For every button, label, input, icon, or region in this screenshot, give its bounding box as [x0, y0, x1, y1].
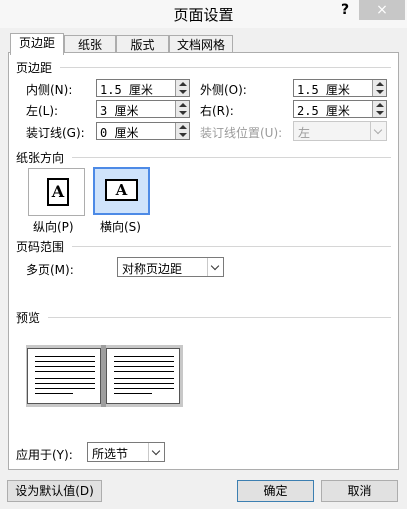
apply-to-value: 所选节: [92, 447, 129, 461]
landscape-option[interactable]: A: [93, 167, 150, 215]
multiple-pages-value: 对称页边距: [122, 262, 183, 276]
help-button[interactable]: ?: [336, 2, 354, 20]
apply-to-select[interactable]: 所选节: [87, 442, 165, 462]
gutter-position-value: 左: [298, 126, 311, 140]
inner-margin-value: 1.5 厘米: [100, 83, 153, 97]
left-margin-spinner[interactable]: 3 厘米: [96, 100, 190, 118]
right-margin-label: 右(R):: [200, 104, 234, 118]
landscape-label: 横向(S): [100, 220, 141, 234]
portrait-label: 纵向(P): [33, 220, 74, 234]
spinner-arrows-icon[interactable]: [372, 80, 386, 96]
chevron-down-icon: [148, 443, 164, 461]
chevron-down-icon: [207, 258, 223, 276]
preview-separator: [48, 317, 391, 318]
pages-section-label: 页码范围: [16, 240, 65, 254]
right-margin-value: 2.5 厘米: [297, 104, 350, 118]
left-margin-label: 左(L):: [26, 104, 59, 118]
portrait-option[interactable]: A: [28, 168, 85, 216]
inner-margin-spinner[interactable]: 1.5 厘米: [96, 79, 190, 97]
gutter-spinner[interactable]: 0 厘米: [96, 122, 190, 140]
ok-button[interactable]: 确定: [237, 480, 314, 502]
pages-separator: [72, 246, 391, 247]
preview-section-label: 预览: [16, 311, 41, 325]
portrait-page-icon: A: [47, 178, 69, 206]
cancel-button[interactable]: 取消: [321, 480, 398, 502]
orientation-separator: [72, 157, 391, 158]
chevron-down-icon: [370, 122, 386, 140]
preview-area: [26, 345, 183, 407]
preview-left-page: [27, 348, 101, 404]
tab-margins[interactable]: 页边距: [10, 33, 64, 55]
outer-margin-label: 外侧(O):: [200, 83, 247, 97]
spinner-arrows-icon[interactable]: [175, 101, 189, 117]
spinner-arrows-icon[interactable]: [372, 101, 386, 117]
margins-separator: [60, 67, 391, 68]
outer-margin-value: 1.5 厘米: [297, 83, 350, 97]
left-margin-value: 3 厘米: [100, 104, 139, 118]
gutter-position-select[interactable]: 左: [293, 121, 387, 141]
right-margin-spinner[interactable]: 2.5 厘米: [293, 100, 387, 118]
apply-to-label: 应用于(Y):: [16, 448, 73, 462]
close-button[interactable]: ×: [359, 0, 405, 20]
multiple-pages-label: 多页(M):: [26, 263, 74, 277]
gutter-label: 装订线(G):: [26, 126, 85, 140]
inner-margin-label: 内侧(N):: [26, 83, 73, 97]
outer-margin-spinner[interactable]: 1.5 厘米: [293, 79, 387, 97]
gutter-position-label: 装订线位置(U):: [200, 126, 283, 140]
landscape-page-icon: A: [105, 179, 138, 201]
set-default-button[interactable]: 设为默认值(D): [7, 480, 102, 502]
preview-right-page: [106, 348, 180, 404]
orientation-section-label: 纸张方向: [16, 151, 65, 165]
gutter-value: 0 厘米: [100, 126, 139, 140]
spinner-arrows-icon[interactable]: [175, 80, 189, 96]
multiple-pages-select[interactable]: 对称页边距: [117, 257, 224, 277]
margins-section-label: 页边距: [16, 61, 53, 75]
spinner-arrows-icon[interactable]: [175, 123, 189, 139]
